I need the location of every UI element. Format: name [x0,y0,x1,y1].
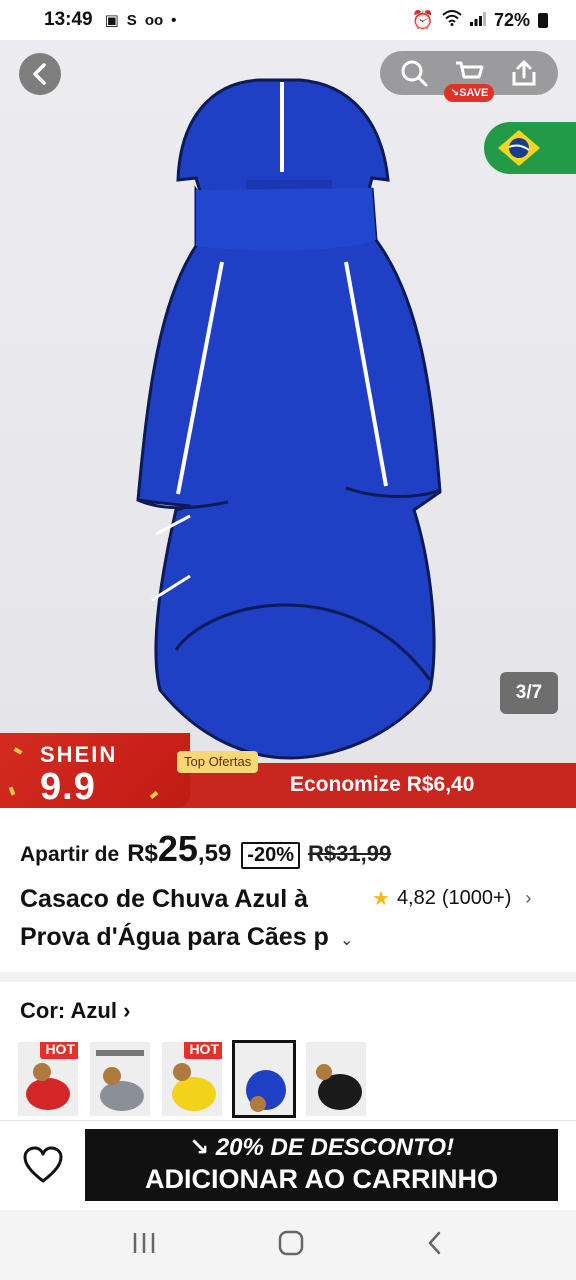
recent-apps-icon [133,1232,154,1253]
gallery-icon: ▣ [104,12,119,29]
share-button[interactable] [504,53,544,93]
trend-down-icon: ↘ [188,1134,216,1161]
status-bar: 13:49 ▣ S oo • ⏰ 72% [0,0,576,40]
status-time: 13:49 [44,9,93,30]
star-icon: ★ [372,888,390,910]
price-integer: 25 [157,828,198,869]
notification-icons: ▣ S oo • [104,11,177,30]
hot-badge: HOT [184,1042,222,1059]
alarm-icon: ⏰ [411,9,434,30]
share-icon [512,60,536,86]
chevron-right-icon: › [123,998,131,1023]
system-icons: ⏰ 72% [412,10,548,31]
swatch-yellow[interactable]: HOT [162,1042,222,1116]
product-image-gallery[interactable]: ↘SAVE 3/7 [0,40,576,808]
discount-badge: -20% [241,842,300,869]
voicemail-icon: oo [144,11,164,29]
price-prefix: Apartir de [20,843,120,866]
savings-text: Economize R$6,40 [290,773,475,796]
section-divider [0,972,576,982]
add-to-cart-label: ADICIONAR AO CARRINHO [145,1164,498,1194]
rating-summary[interactable]: ★ 4,82 (1000+) › [372,886,531,911]
color-selector-label[interactable]: Cor: Azul › [20,998,130,1024]
signal-icon [469,10,486,31]
color-swatches: HOT HOT [18,1040,366,1118]
wifi-icon [442,9,462,31]
swatch-grey[interactable] [90,1042,150,1116]
bottom-action-bar: ↘ 20% DE DESCONTO! ADICIONAR AO CARRINHO [0,1120,576,1210]
back-nav-icon [429,1231,441,1254]
shein-logo: SHEIN [40,742,118,767]
home-button[interactable] [278,1230,304,1261]
heart-icon [23,1146,63,1183]
back-nav-button[interactable] [425,1230,445,1261]
save-badge: ↘SAVE [444,84,495,102]
price-decimal: ,59 [197,840,232,867]
android-nav-bar [0,1210,576,1280]
review-count: (1000+) [441,887,512,909]
wishlist-button[interactable] [22,1145,64,1185]
confetti-decoration [8,786,16,796]
sale-number: 9.9 [40,766,96,808]
brazil-flag-icon [498,130,540,166]
back-button[interactable] [19,53,61,95]
top-offers-tag: Top Ofertas [177,751,259,773]
product-title[interactable]: Casaco de Chuva Azul à Prova d'Água para… [20,880,360,958]
brazil-flag-button[interactable] [484,122,576,174]
confetti-decoration [149,790,159,800]
search-button[interactable] [394,53,434,93]
s-app-icon: S [126,11,137,29]
chevron-down-icon[interactable]: ⌄ [340,930,353,950]
chevron-left-icon [33,63,46,85]
rating-value: 4,82 [396,887,436,909]
discount-line: ↘ 20% DE DESCONTO! [188,1134,455,1161]
swatch-black[interactable] [306,1042,366,1116]
price-row: Apartir de R$ 25 ,59 -20% R$31,99 [20,828,391,872]
original-price: R$31,99 [308,841,392,866]
chevron-right-icon: › [525,888,532,908]
swatch-red[interactable]: HOT [18,1042,78,1116]
battery-percent: 72% [493,9,530,30]
cart-icon [455,61,484,79]
home-icon [278,1230,304,1255]
image-counter: 3/7 [500,672,558,714]
recent-apps-button[interactable] [131,1231,157,1260]
dot-icon: • [171,11,177,29]
price-currency: R$ [127,840,158,867]
hot-badge: HOT [40,1042,78,1059]
confetti-decoration [13,747,23,755]
add-to-cart-button[interactable]: ↘ 20% DE DESCONTO! ADICIONAR AO CARRINHO [85,1129,558,1201]
trend-down-icon: ↘ [450,87,460,99]
search-icon [401,60,428,87]
swatch-blue[interactable] [232,1040,296,1118]
promo-banner[interactable]: SHEIN 9.9 Top Ofertas Economize R$6,40 [0,733,576,808]
battery-icon [538,12,548,28]
